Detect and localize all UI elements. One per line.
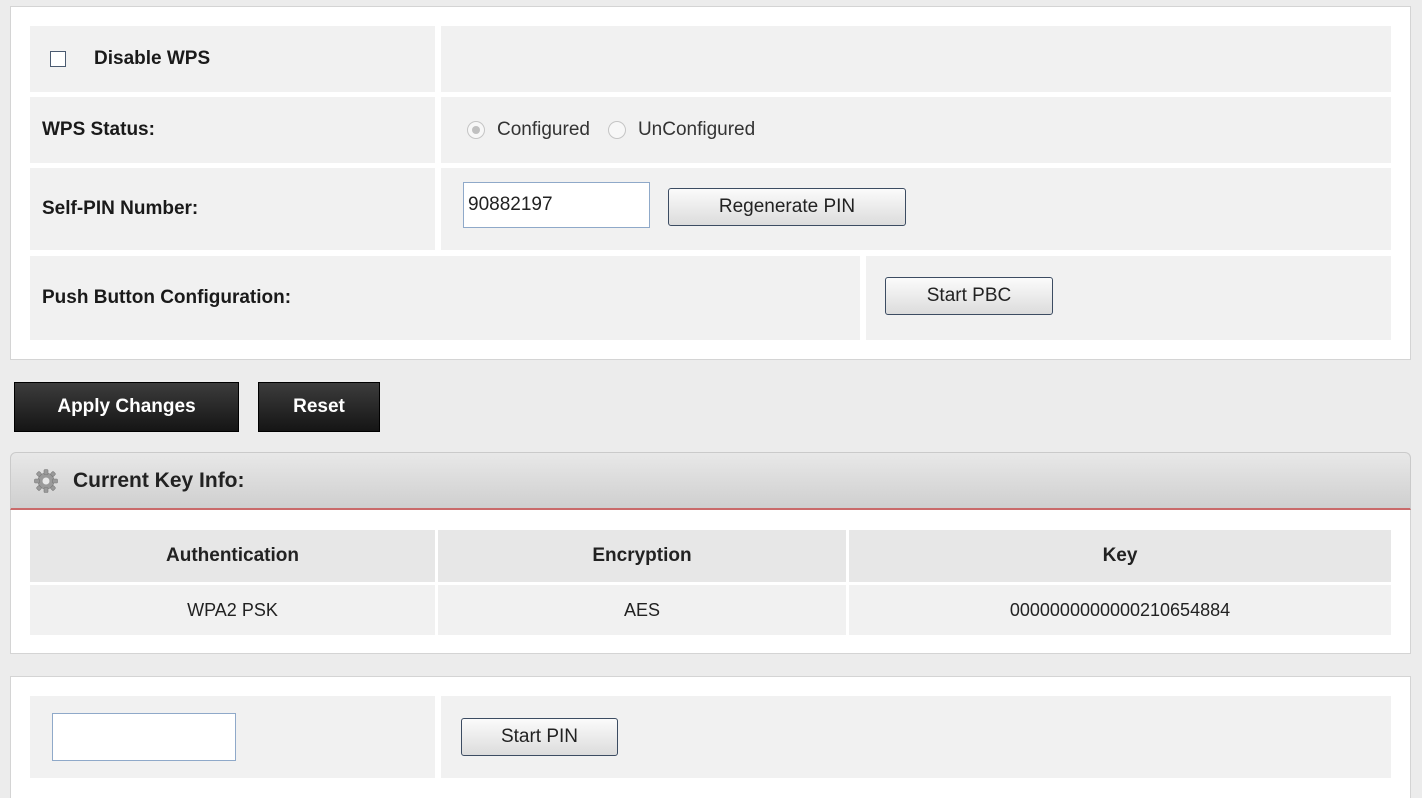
current-key-info-header: Current Key Info:: [10, 452, 1411, 510]
key-header: Key: [849, 530, 1391, 582]
pbc-label: Push Button Configuration:: [42, 287, 292, 308]
self-pin-label-cell: Self-PIN Number:: [30, 168, 435, 250]
authentication-header: Authentication: [30, 530, 435, 582]
pbc-button-cell: Start PBC: [866, 256, 1391, 340]
self-pin-input[interactable]: [463, 182, 650, 228]
key-value: 0000000000000210654884: [849, 585, 1391, 635]
self-pin-label: Self-PIN Number:: [42, 198, 199, 219]
unconfigured-radio-label: UnConfigured: [637, 119, 756, 140]
disable-wps-empty-cell: [441, 26, 1391, 92]
disable-wps-cell: Disable WPS: [30, 26, 435, 92]
disable-wps-checkbox[interactable]: [50, 51, 66, 67]
gear-icon: [33, 468, 59, 494]
encryption-header: Encryption: [438, 530, 846, 582]
start-pin-button[interactable]: Start PIN: [461, 718, 618, 756]
encryption-value: AES: [438, 585, 846, 635]
start-pbc-button[interactable]: Start PBC: [885, 277, 1053, 315]
wps-status-label: WPS Status:: [42, 119, 155, 140]
unconfigured-radio[interactable]: [607, 121, 626, 139]
pbc-label-cell: Push Button Configuration:: [30, 256, 860, 340]
configured-radio-label: Configured: [497, 119, 590, 140]
disable-wps-label: Disable WPS: [94, 48, 211, 69]
apply-changes-button[interactable]: Apply Changes: [14, 382, 239, 432]
current-key-info-title: Current Key Info:: [73, 468, 245, 492]
regenerate-pin-button[interactable]: Regenerate PIN: [668, 188, 906, 226]
client-pin-input-cell: [30, 696, 435, 778]
reset-button[interactable]: Reset: [258, 382, 380, 432]
wps-status-options-cell: Configured UnConfigured: [441, 97, 1391, 163]
client-pin-input[interactable]: [52, 713, 236, 761]
configured-radio[interactable]: [467, 121, 485, 139]
wps-status-label-cell: WPS Status:: [30, 97, 435, 163]
self-pin-input-cell: Regenerate PIN: [441, 168, 1391, 250]
start-pin-button-cell: Start PIN: [441, 696, 1391, 778]
authentication-value: WPA2 PSK: [30, 585, 435, 635]
